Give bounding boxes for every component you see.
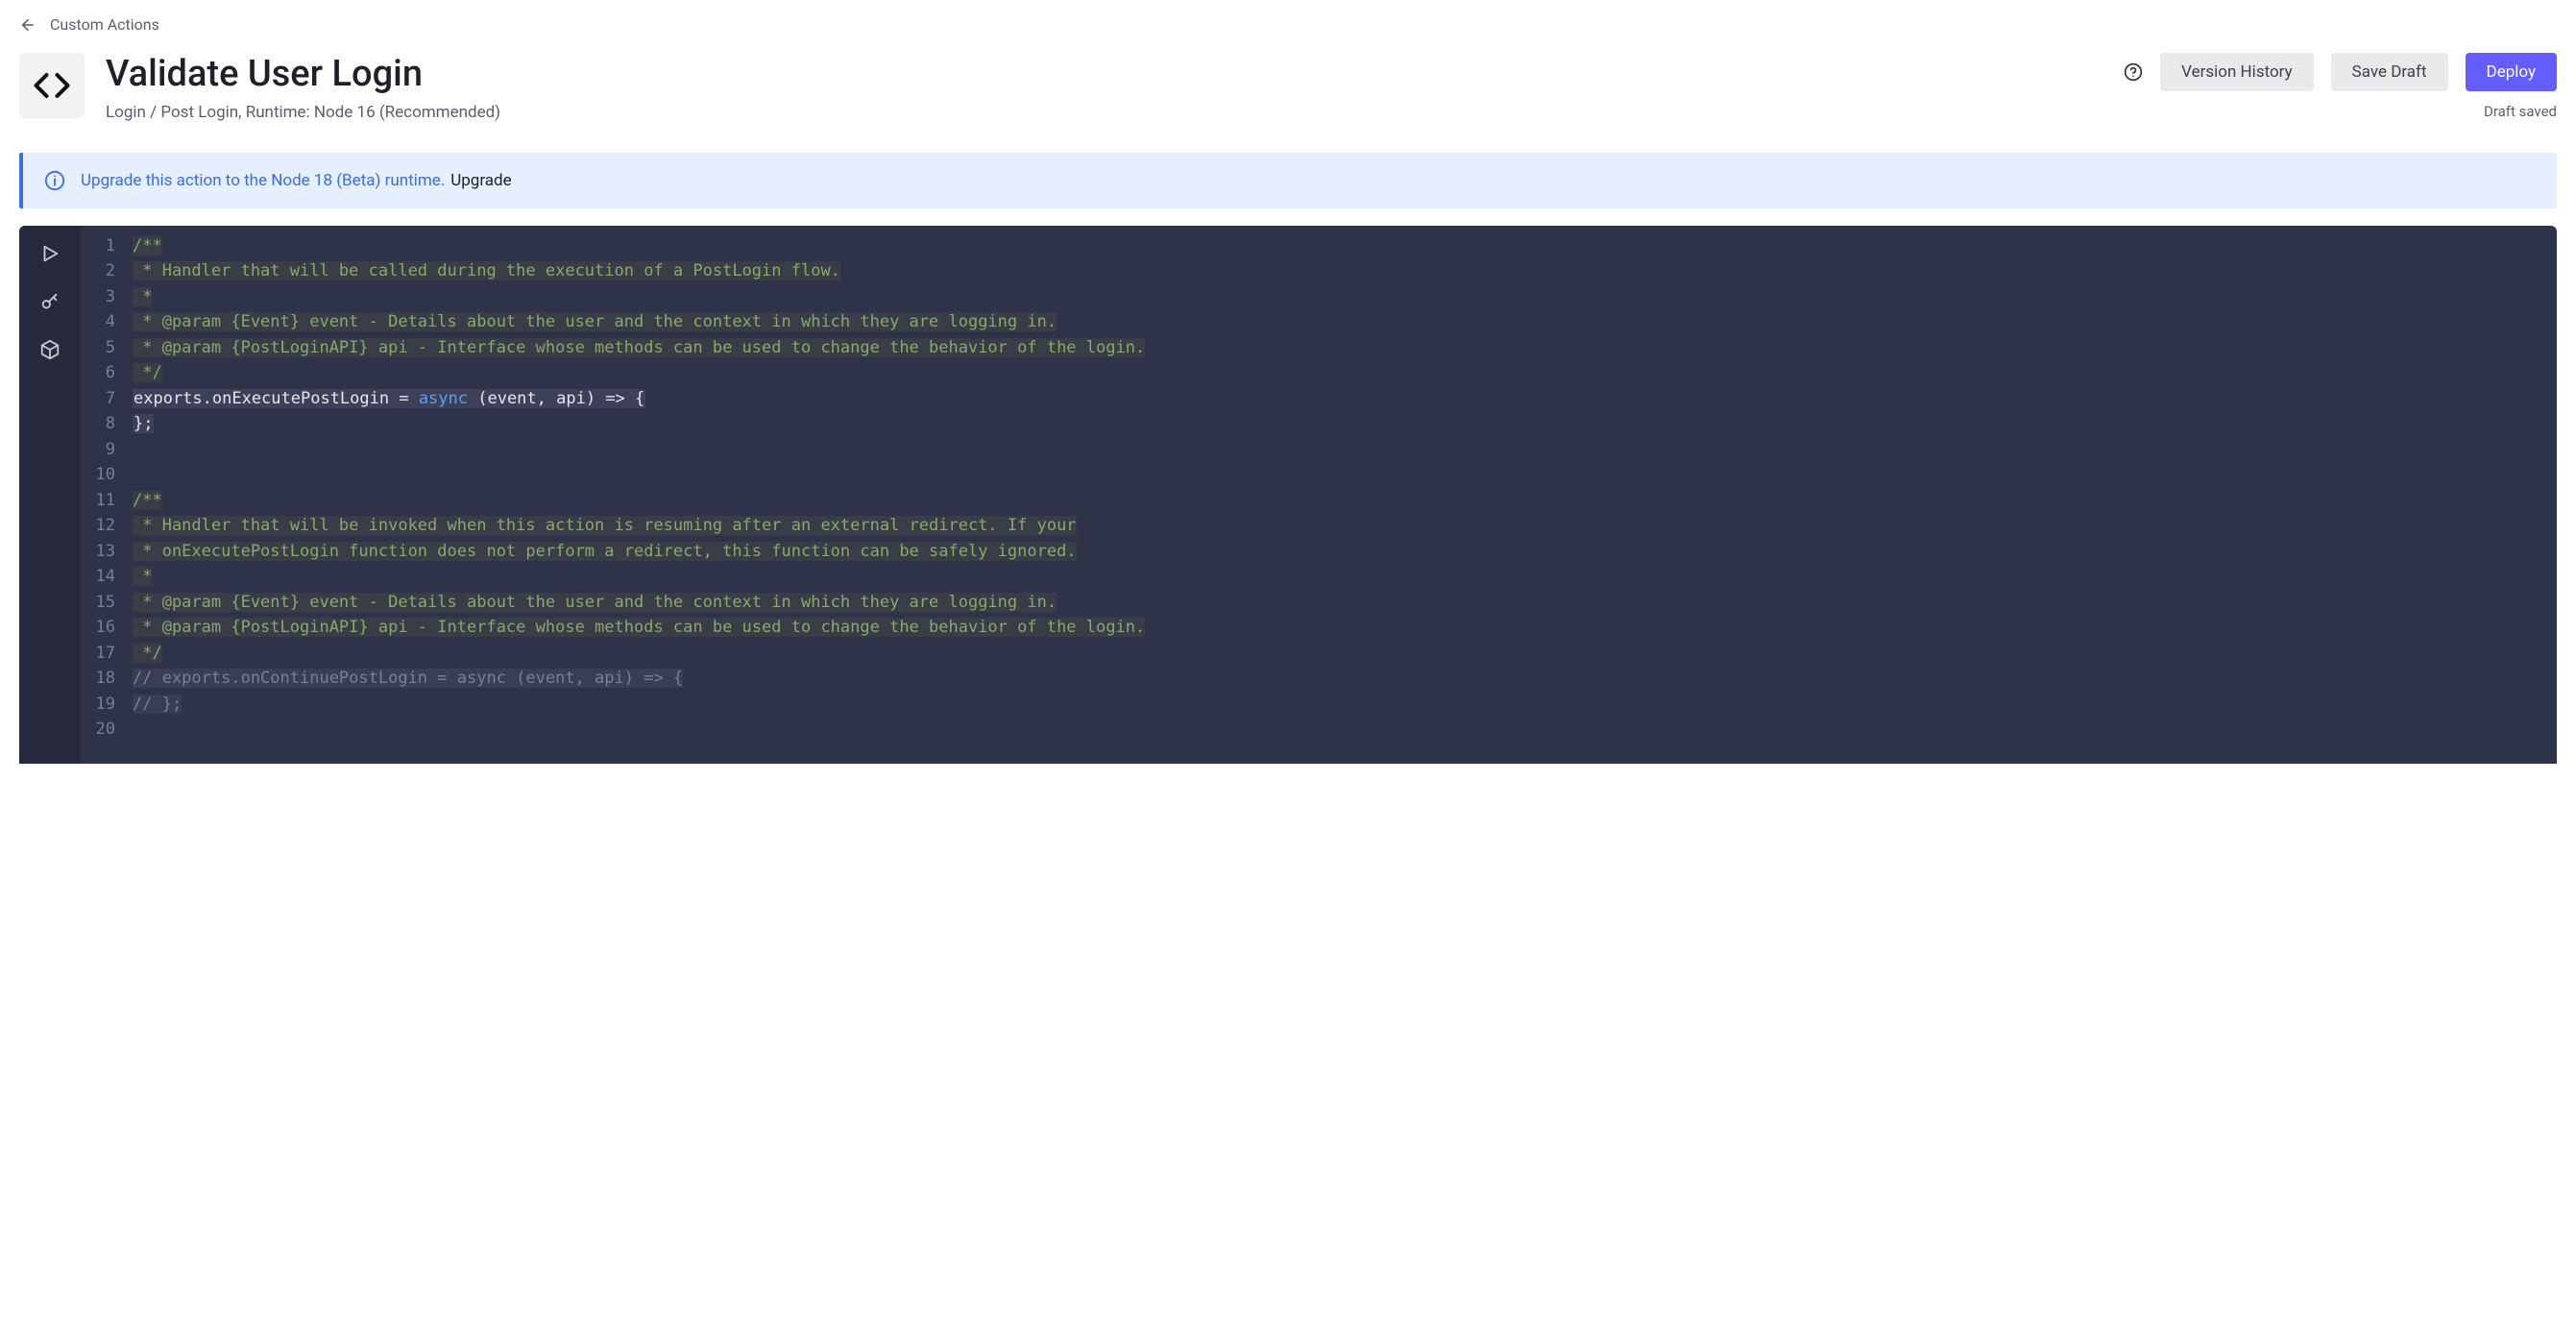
action-type-icon (19, 53, 85, 118)
code-content[interactable]: /** * Handler that will be called during… (129, 233, 2557, 764)
deploy-button[interactable]: Deploy (2466, 53, 2557, 91)
version-history-button[interactable]: Version History (2160, 53, 2314, 91)
code-line: * (133, 564, 2557, 590)
code-line: * (133, 284, 2557, 310)
save-draft-button[interactable]: Save Draft (2331, 53, 2448, 91)
code-line: // }; (133, 692, 2557, 718)
code-line: * @param {Event} event - Details about t… (133, 309, 2557, 335)
code-line: /** (133, 233, 2557, 259)
back-arrow-icon[interactable] (19, 16, 36, 34)
editor-main[interactable]: 1234567891011121314151617181920 /** * Ha… (81, 226, 2557, 764)
banner-message: Upgrade this action to the Node 18 (Beta… (81, 171, 445, 190)
dependencies-icon[interactable] (39, 339, 61, 360)
code-line: * Handler that will be invoked when this… (133, 513, 2557, 539)
code-line (133, 717, 2557, 743)
line-number-gutter: 1234567891011121314151617181920 (81, 233, 129, 764)
info-icon (44, 170, 65, 191)
code-line: // exports.onContinuePostLogin = async (… (133, 666, 2557, 692)
code-editor: 1234567891011121314151617181920 /** * Ha… (19, 226, 2557, 764)
code-line: */ (133, 641, 2557, 667)
code-line (133, 437, 2557, 463)
code-line: }; (133, 411, 2557, 437)
code-line: * Handler that will be called during the… (133, 258, 2557, 284)
save-status: Draft saved (2484, 103, 2557, 120)
editor-sidebar (19, 226, 81, 764)
page-title: Validate User Login (106, 53, 2102, 97)
code-line: exports.onExecutePostLogin = async (even… (133, 386, 2557, 412)
run-icon[interactable] (39, 243, 61, 264)
code-line: /** (133, 488, 2557, 514)
secrets-icon[interactable] (39, 291, 61, 312)
code-line: * @param {PostLoginAPI} api - Interface … (133, 335, 2557, 361)
banner-upgrade-link[interactable]: Upgrade (450, 171, 511, 190)
breadcrumb[interactable]: Custom Actions (50, 15, 159, 34)
code-line (133, 462, 2557, 488)
code-line: */ (133, 360, 2557, 386)
help-icon[interactable] (2124, 62, 2143, 82)
code-line: * @param {PostLoginAPI} api - Interface … (133, 615, 2557, 641)
page-subtitle: Login / Post Login, Runtime: Node 16 (Re… (106, 103, 2102, 122)
code-line: * onExecutePostLogin function does not p… (133, 539, 2557, 565)
code-line: * @param {Event} event - Details about t… (133, 590, 2557, 616)
upgrade-banner: Upgrade this action to the Node 18 (Beta… (19, 153, 2557, 208)
